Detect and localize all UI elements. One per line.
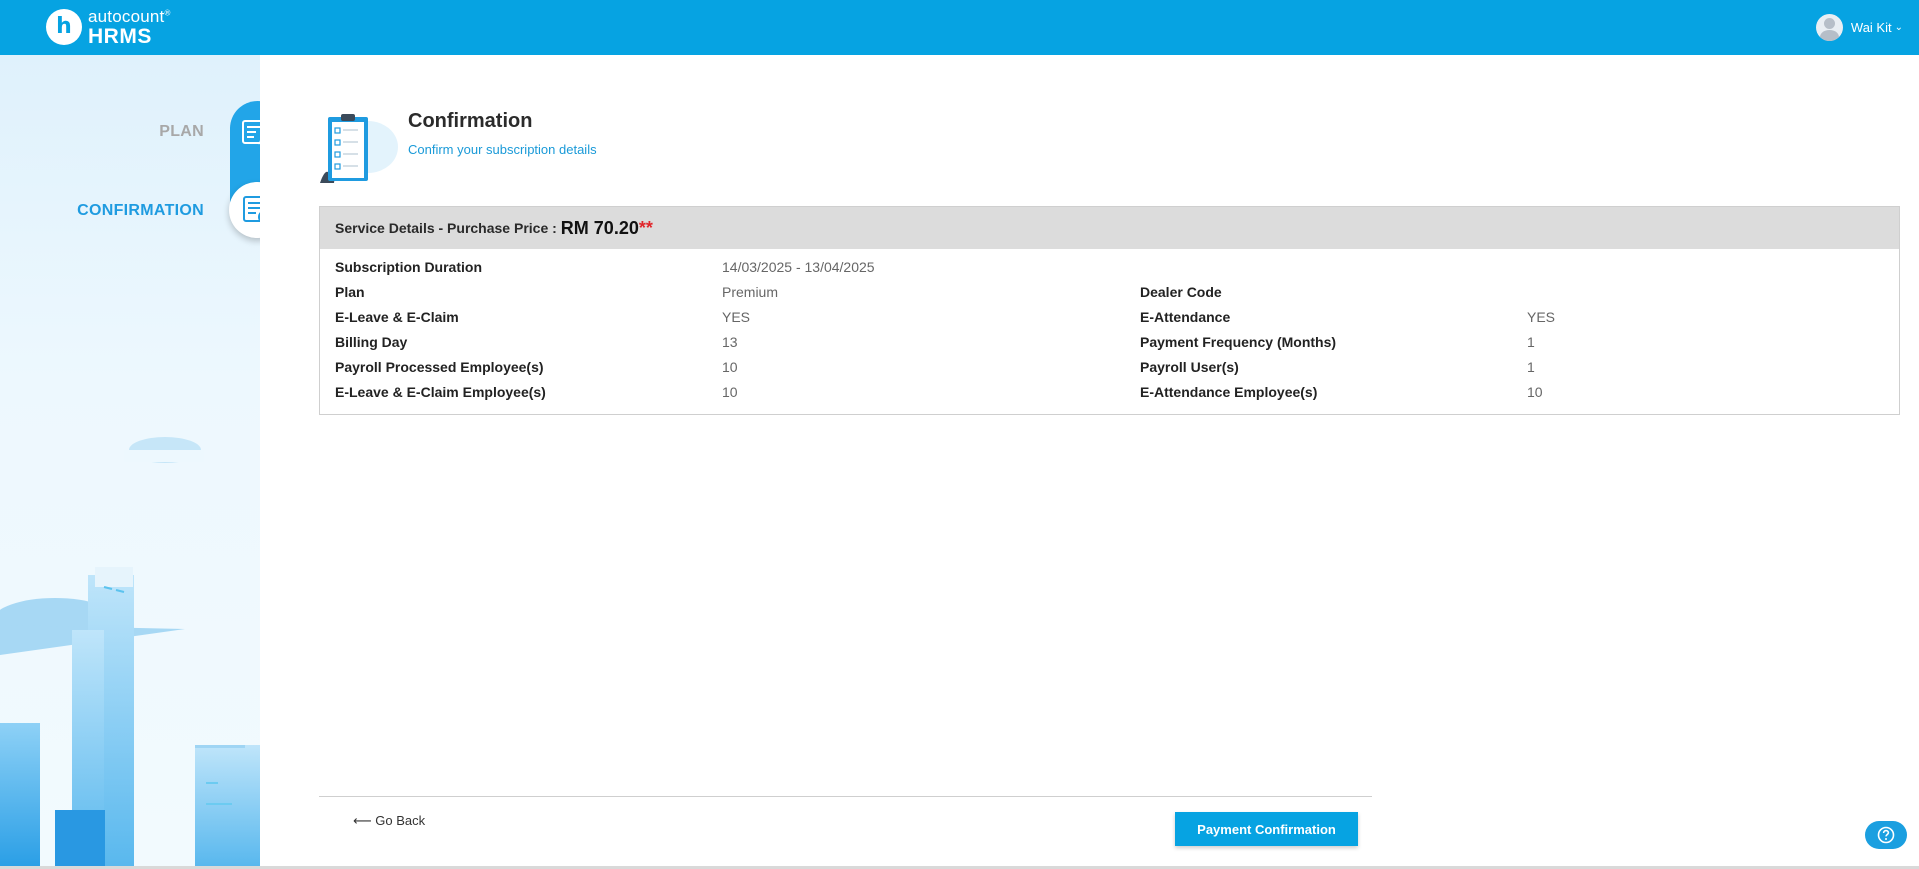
help-icon[interactable]: [1865, 821, 1907, 849]
logo-text-bottom: HRMS: [88, 24, 152, 48]
detail-value: 10: [722, 359, 738, 375]
detail-label: Plan: [335, 284, 365, 300]
detail-label: Payment Frequency (Months): [1140, 334, 1337, 350]
detail-label: E-Leave & E-Claim Employee(s): [335, 384, 546, 400]
step-plan[interactable]: PLAN: [159, 123, 204, 141]
footer-divider: [319, 796, 1372, 797]
user-name: Wai Kit: [1850, 20, 1892, 35]
logo-h-icon: h: [46, 9, 82, 45]
steps-sidebar: PLAN CONFIRMATION: [0, 55, 260, 866]
detail-value: 14/03/2025 - 13/04/2025: [722, 259, 875, 275]
top-bar: h autocount® HRMS Wai Kit ⌄: [0, 0, 1919, 55]
detail-label: E-Attendance Employee(s): [1140, 384, 1318, 400]
detail-value: 10: [722, 384, 738, 400]
detail-value: Premium: [722, 284, 779, 300]
detail-value: YES: [722, 309, 751, 325]
page-title: Confirmation: [408, 110, 533, 132]
service-details-card: Service Details - Purchase Price : RM 70…: [319, 206, 1900, 415]
logo-text-top: autocount: [88, 6, 165, 26]
detail-label: Subscription Duration: [335, 259, 482, 275]
detail-label: Billing Day: [335, 334, 408, 350]
detail-label: Payroll User(s): [1140, 359, 1239, 375]
detail-label: Dealer Code: [1140, 284, 1222, 300]
service-details-heading: Service Details - Purchase Price :: [335, 220, 557, 236]
detail-value: 1: [1527, 334, 1535, 350]
app-logo[interactable]: h autocount® HRMS: [46, 6, 171, 48]
purchase-price: RM 70.20: [560, 217, 639, 238]
detail-value: 1: [1527, 359, 1535, 375]
detail-label: Payroll Processed Employee(s): [335, 359, 544, 375]
user-avatar-icon: [1815, 14, 1843, 41]
detail-value: 10: [1527, 384, 1543, 400]
clipboard-checklist-icon: [320, 114, 398, 183]
step-confirmation[interactable]: CONFIRMATION: [77, 202, 204, 220]
chevron-down-icon: ⌄: [1894, 22, 1903, 33]
logo-text: autocount® HRMS: [88, 6, 171, 48]
detail-label: E-Attendance: [1140, 309, 1231, 325]
price-footnote-marker: **: [638, 217, 653, 238]
detail-value: 13: [722, 334, 738, 350]
page-subtitle: Confirm your subscription details: [408, 142, 597, 157]
service-details-header: Service Details - Purchase Price : RM 70…: [320, 207, 1899, 249]
user-menu[interactable]: Wai Kit ⌄: [1815, 14, 1903, 41]
sidebar-illustration: [0, 437, 260, 866]
detail-value: YES: [1527, 309, 1556, 325]
detail-label: E-Leave & E-Claim: [335, 309, 459, 325]
go-back-link[interactable]: ⟵ Go Back: [353, 813, 425, 829]
payment-confirmation-button[interactable]: Payment Confirmation: [1175, 812, 1358, 846]
